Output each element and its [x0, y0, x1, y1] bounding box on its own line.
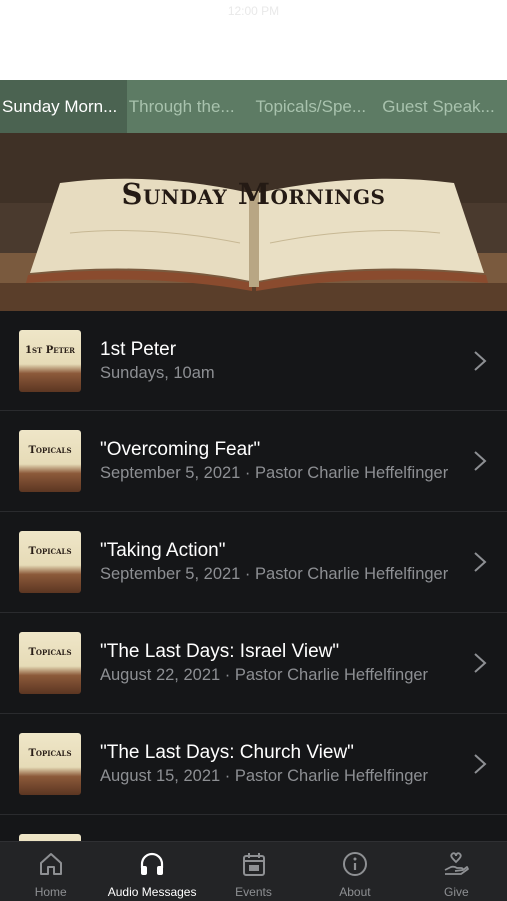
tabbar-audio-messages[interactable]: Audio Messages [101, 842, 202, 901]
list-item[interactable]: Topicals "The Last Days: Israel View" Au… [0, 613, 507, 714]
list-item[interactable]: Topicals "Overcoming Fear" September 5, … [0, 411, 507, 512]
series-thumbnail: Topicals [19, 531, 81, 593]
item-title: "Taking Action" [100, 540, 226, 561]
headphones-icon [141, 852, 164, 875]
home-icon [39, 853, 62, 875]
chevron-right-icon [474, 653, 487, 673]
item-subtitle: Sundays, 10am [100, 364, 215, 382]
category-tabs: Sunday Morn... Through the... Topicals/S… [0, 80, 507, 133]
status-bar: 12:00 PM [0, 0, 507, 80]
message-list: 1st Peter 1st Peter Sundays, 10am Topica… [0, 311, 507, 841]
item-title: 1st Peter [100, 339, 177, 360]
tab-sunday-mornings[interactable]: Sunday Morn... [0, 80, 127, 133]
item-title: "The Last Days: Israel View" [100, 641, 340, 662]
info-icon [342, 852, 367, 876]
list-item[interactable]: 1st Peter 1st Peter Sundays, 10am [0, 311, 507, 411]
series-thumbnail: Topicals [19, 632, 81, 694]
bottom-tab-bar: Home Audio Messages Events About Give [0, 841, 507, 901]
series-thumbnail: Topicals [19, 430, 81, 492]
give-icon [444, 852, 470, 875]
tabbar-give[interactable]: Give [406, 842, 507, 901]
tab-topicals-special[interactable]: Topicals/Spe... [254, 80, 381, 133]
chevron-right-icon [474, 351, 487, 371]
series-thumbnail: Topicals [19, 733, 81, 795]
tab-guest-speakers[interactable]: Guest Speak... [380, 80, 507, 133]
item-subtitle: August 22, 2021 · Pastor Charlie Heffelf… [100, 666, 429, 684]
tabbar-events[interactable]: Events [203, 842, 304, 901]
chevron-right-icon [474, 552, 487, 572]
series-thumbnail [19, 834, 81, 841]
chevron-right-icon [474, 451, 487, 471]
chevron-right-icon [474, 754, 487, 774]
tab-through-the-bible[interactable]: Through the... [127, 80, 254, 133]
open-bible-illustration [0, 133, 507, 311]
tabbar-about[interactable]: About [304, 842, 405, 901]
item-title: "The Last Days: Church View" [100, 742, 354, 763]
banner-title: Sunday Mornings [121, 177, 386, 211]
status-time: 12:00 PM [227, 4, 280, 18]
item-title: "Overcoming Fear" [100, 439, 261, 460]
item-subtitle: September 5, 2021 · Pastor Charlie Heffe… [100, 464, 449, 482]
list-item[interactable]: Topicals "The Last Days: Church View" Au… [0, 714, 507, 815]
item-subtitle: August 15, 2021 · Pastor Charlie Heffelf… [100, 767, 429, 785]
list-item[interactable]: Topicals "Taking Action" September 5, 20… [0, 512, 507, 613]
item-subtitle: September 5, 2021 · Pastor Charlie Heffe… [100, 565, 449, 583]
series-thumbnail: 1st Peter [19, 330, 81, 392]
series-banner: Sunday Mornings [0, 133, 507, 311]
calendar-icon [242, 853, 265, 876]
tabbar-home[interactable]: Home [0, 842, 101, 901]
list-item[interactable] [0, 815, 507, 841]
